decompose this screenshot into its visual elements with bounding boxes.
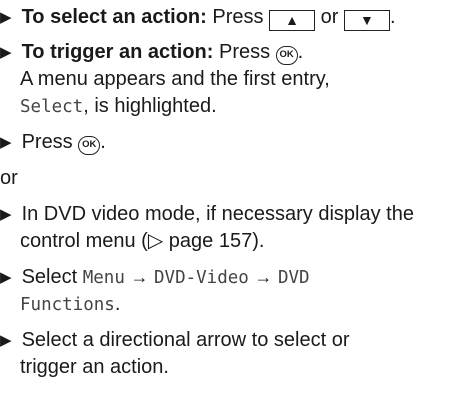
period: .	[297, 41, 304, 63]
press-ok-step: ▶ Press OK.	[0, 129, 106, 155]
menu-item-dvd-video: DVD-Video	[154, 268, 249, 288]
trigger-action-step: ▶ To trigger an action: Press OK.	[0, 39, 303, 65]
or-text: or	[320, 6, 339, 28]
bullet-triangle-icon: ▶	[0, 269, 12, 286]
step-text: Select	[21, 266, 78, 288]
result-text: A menu appears and the first entry,	[20, 66, 330, 92]
directional-arrow-step: ▶ Select a directional arrow to select o…	[0, 327, 350, 353]
step-text: Press	[212, 6, 264, 28]
up-arrow-key-icon: ▲	[269, 10, 316, 31]
menu-path-step-cont: Functions.	[20, 291, 120, 317]
select-action-step: ▶ To select an action: Press ▲ or ▼.	[0, 4, 396, 31]
period: .	[100, 131, 106, 153]
page-reference: control menu (▷ page 157).	[20, 230, 265, 252]
bullet-triangle-icon: ▶	[0, 332, 12, 349]
step-text: Select a directional arrow to select or	[21, 329, 350, 351]
result-text-end: , is highlighted.	[83, 95, 217, 117]
period: .	[114, 293, 121, 315]
ok-button-icon: OK	[275, 46, 298, 65]
result-text-line: A menu appears and the first entry,	[20, 68, 330, 90]
menu-item-menu: Menu	[82, 268, 125, 288]
or-text: or	[0, 167, 18, 189]
menu-path-step: ▶ Select Menu → DVD-Video → DVD	[0, 264, 310, 290]
step-text: Press	[218, 41, 271, 63]
step-text: In DVD video mode, if necessary display …	[21, 203, 414, 225]
menu-entry-select: Select	[20, 97, 84, 117]
bullet-triangle-icon: ▶	[0, 44, 12, 61]
dvd-mode-step: ▶ In DVD video mode, if necessary displa…	[0, 201, 414, 227]
period: .	[389, 6, 396, 28]
bullet-triangle-icon: ▶	[0, 134, 12, 151]
step-heading: To trigger an action:	[21, 41, 214, 63]
step-text-end: trigger an action.	[20, 356, 169, 378]
ok-button-icon: OK	[78, 136, 101, 155]
or-separator: or	[0, 165, 18, 191]
bullet-triangle-icon: ▶	[0, 206, 12, 223]
menu-item-dvd: DVD	[277, 268, 310, 288]
right-arrow-icon: →	[130, 267, 149, 287]
directional-arrow-step-cont: trigger an action.	[20, 354, 169, 380]
bullet-triangle-icon: ▶	[0, 9, 12, 26]
step-text: Press	[21, 131, 73, 153]
down-arrow-key-icon: ▼	[343, 10, 390, 31]
result-text-cont: Select, is highlighted.	[20, 93, 217, 119]
dvd-mode-step-cont: control menu (▷ page 157).	[20, 228, 264, 254]
menu-item-functions: Functions	[20, 295, 115, 315]
step-heading: To select an action:	[21, 6, 207, 28]
right-arrow-icon: →	[254, 267, 273, 287]
